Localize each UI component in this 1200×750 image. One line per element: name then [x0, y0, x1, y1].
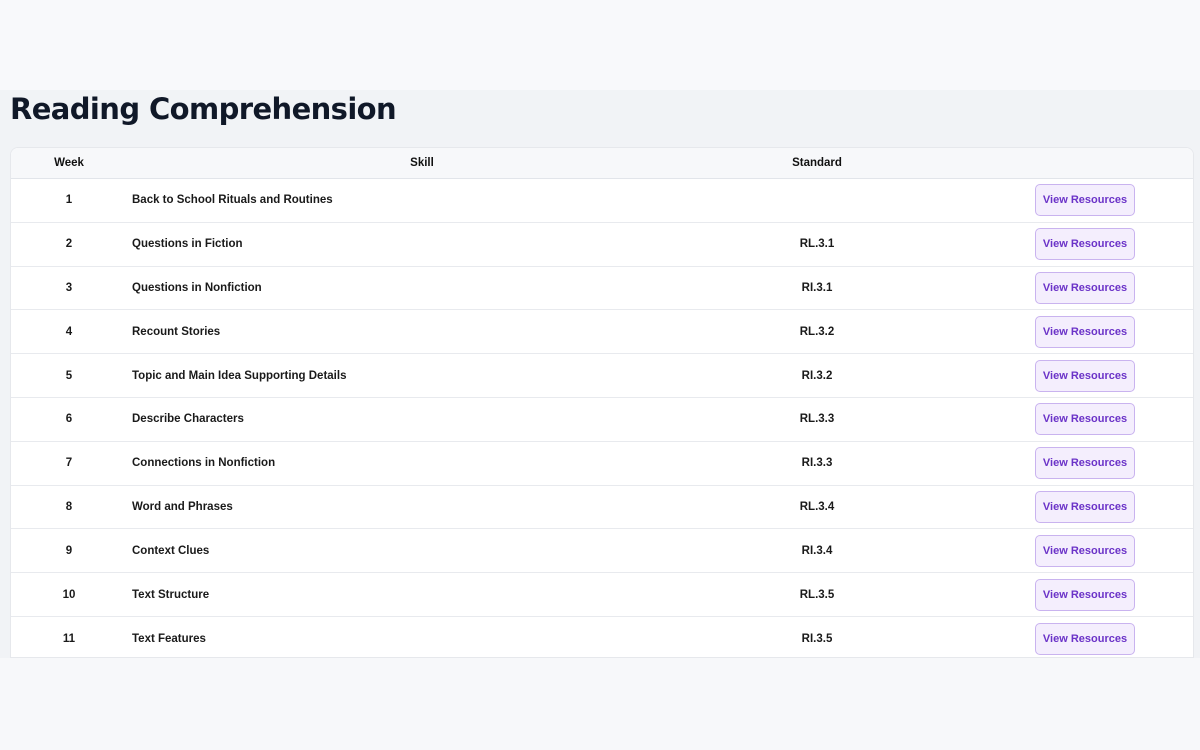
- skill-cell: Questions in Fiction: [132, 238, 243, 251]
- skill-cell: Back to School Rituals and Routines: [132, 194, 333, 207]
- skill-cell: Recount Stories: [132, 325, 221, 338]
- skill-cell: Questions in Nonfiction: [132, 281, 262, 294]
- standard-cell: RI.3.5: [801, 632, 833, 645]
- table-body: 1 Back to School Rituals and Routines View…: [11, 179, 1193, 657]
- week-cell: 11: [62, 632, 76, 645]
- actions-cell: View Resources: [917, 578, 1193, 611]
- week-cell: 9: [65, 544, 73, 557]
- skill-cell: Word and Phrases: [132, 500, 233, 513]
- header-standard: Standard: [792, 157, 842, 169]
- top-band: [0, 0, 1200, 90]
- view-resources-button[interactable]: View Resources: [1035, 271, 1135, 304]
- table-row: 3 Questions in Nonfiction RI.3.1 View Resou…: [11, 267, 1193, 311]
- skill-cell: Topic and Main Idea Supporting Details: [132, 369, 347, 382]
- week-cell: 4: [65, 325, 73, 338]
- table-row: 5 Topic and Main Idea Supporting Details R…: [11, 354, 1193, 398]
- week-cell: 6: [65, 413, 73, 426]
- view-resources-button[interactable]: View Resources: [1035, 359, 1135, 392]
- skill-cell: Text Features: [132, 632, 206, 645]
- view-resources-button[interactable]: View Resources: [1035, 315, 1135, 348]
- skill-cell: Text Structure: [132, 588, 210, 601]
- table-row: 7 Connections in Nonfiction RI.3.3 View Res…: [11, 442, 1193, 486]
- view-resources-button[interactable]: View Resources: [1035, 403, 1135, 436]
- table-row: 10 Text Structure RL.3.5 View Resources: [11, 573, 1193, 617]
- table-row: 8 Word and Phrases RL.3.4 View Resources: [11, 486, 1193, 530]
- standard-cell: RL.3.3: [799, 413, 835, 426]
- table-row: 6 Describe Characters RL.3.3 View Resources: [11, 398, 1193, 442]
- header-skill: Skill: [410, 157, 434, 169]
- view-resources-button[interactable]: View Resources: [1035, 578, 1135, 611]
- view-resources-button[interactable]: View Resources: [1035, 228, 1135, 261]
- actions-cell: View Resources: [917, 490, 1193, 523]
- actions-cell: View Resources: [917, 447, 1193, 480]
- view-resources-button[interactable]: View Resources: [1035, 447, 1135, 480]
- standard-cell: RL.3.2: [799, 325, 835, 338]
- standard-cell: RI.3.2: [801, 369, 833, 382]
- skill-cell: Connections in Nonfiction: [132, 457, 276, 470]
- week-cell: 1: [65, 194, 73, 207]
- week-cell: 7: [65, 457, 73, 470]
- table-header: Week Skill Standard: [11, 148, 1193, 179]
- standard-cell: RL.3.1: [799, 238, 835, 251]
- view-resources-button[interactable]: View Resources: [1035, 184, 1135, 217]
- week-cell: 10: [62, 588, 76, 601]
- skill-cell: Describe Characters: [132, 413, 244, 426]
- week-cell: 2: [65, 238, 73, 251]
- standard-cell: RL.3.5: [799, 588, 835, 601]
- table-row: 4 Recount Stories RL.3.2 View Resources: [11, 310, 1193, 355]
- table-row: 9 Context Clues RI.3.4 View Resources: [11, 529, 1193, 574]
- actions-cell: View Resources: [917, 271, 1193, 304]
- table-row: 2 Questions in Fiction RL.3.1 View Resource…: [11, 223, 1193, 267]
- actions-cell: View Resources: [917, 403, 1193, 436]
- standard-cell: RI.3.4: [801, 544, 833, 557]
- actions-cell: View Resources: [917, 315, 1193, 348]
- actions-cell: View Resources: [917, 184, 1193, 217]
- standard-cell: RI.3.1: [801, 281, 833, 294]
- actions-cell: View Resources: [917, 534, 1193, 567]
- table-row: 1 Back to School Rituals and Routines View…: [11, 179, 1193, 223]
- week-cell: 5: [65, 369, 73, 382]
- week-cell: 8: [65, 500, 73, 513]
- standard-cell: RI.3.3: [801, 457, 833, 470]
- table-row: 11 Text Features RI.3.5 View Resources: [11, 617, 1193, 657]
- curriculum-table: Week Skill Standard 1 Back to School Ritu…: [10, 147, 1194, 658]
- view-resources-button[interactable]: View Resources: [1035, 490, 1135, 523]
- week-cell: 3: [65, 281, 73, 294]
- standard-cell: RL.3.4: [799, 500, 835, 513]
- view-resources-button[interactable]: View Resources: [1035, 622, 1135, 655]
- actions-cell: View Resources: [917, 622, 1193, 655]
- skill-cell: Context Clues: [132, 544, 210, 557]
- page-title: Reading Comprehension: [10, 92, 397, 126]
- view-resources-button[interactable]: View Resources: [1035, 534, 1135, 567]
- header-week: Week: [54, 157, 84, 169]
- actions-cell: View Resources: [917, 359, 1193, 392]
- actions-cell: View Resources: [917, 228, 1193, 261]
